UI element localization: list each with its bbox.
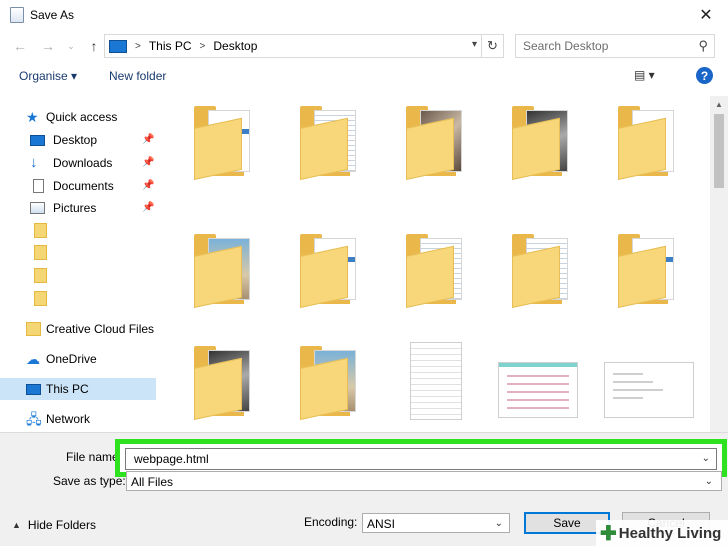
pin-icon: 📌 — [142, 180, 155, 191]
sidebar-item-label: Quick access — [46, 110, 118, 124]
pictures-icon — [30, 202, 45, 214]
search-placeholder: Search Desktop — [523, 39, 609, 53]
folder-item[interactable] — [608, 96, 688, 188]
encoding-select[interactable]: ANSI ⌄ — [362, 513, 510, 533]
computer-icon — [26, 384, 41, 395]
star-icon: ★ — [26, 109, 39, 125]
address-bar[interactable]: > This PC > Desktop ▾ ↻ — [104, 34, 504, 58]
healthy-living-watermark: ✚ Healthy Living — [596, 520, 728, 546]
hide-folders-toggle[interactable]: ▲ Hide Folders — [12, 518, 96, 532]
folder-item[interactable] — [608, 224, 688, 316]
encoding-label: Encoding: — [304, 515, 358, 529]
file-name-input[interactable] — [125, 448, 717, 470]
folder-item[interactable] — [184, 224, 264, 316]
breadcrumb-this-pc[interactable]: This PC — [149, 39, 192, 53]
help-icon[interactable]: ? — [696, 67, 713, 84]
toolbar: Organise ▾ New folder ▤ ▾ ? — [0, 62, 728, 90]
navigation-pane: ★ Quick access Desktop 📌 ↓ Downloads 📌 D… — [0, 96, 158, 432]
sidebar-item-creative-cloud[interactable]: Creative Cloud Files — [0, 318, 156, 340]
new-folder-button[interactable]: New folder — [109, 69, 166, 83]
chevron-down-icon: ⌄ — [494, 518, 503, 529]
search-box[interactable]: Search Desktop ⚲ — [515, 34, 715, 58]
vertical-scrollbar[interactable]: ▲ — [710, 96, 728, 432]
chevron-down-icon: ⌄ — [704, 476, 713, 487]
folder-item[interactable] — [502, 96, 582, 188]
save-as-type-label: Save as type: — [53, 474, 126, 488]
save-as-type-select[interactable]: All Files ⌄ — [126, 471, 722, 491]
folder-item[interactable] — [290, 336, 370, 428]
chevron-right-icon: > — [199, 40, 206, 52]
file-list — [160, 96, 710, 432]
search-icon[interactable]: ⚲ — [698, 38, 708, 54]
sidebar-item-label: This PC — [46, 382, 89, 396]
chevron-up-icon: ▲ — [12, 520, 21, 530]
view-options-icon[interactable]: ▤ ▾ — [634, 68, 655, 82]
this-pc-icon — [109, 39, 127, 53]
sidebar-item-label: Documents — [53, 179, 114, 193]
folder-icon[interactable] — [34, 245, 47, 260]
chevron-down-icon[interactable]: ▾ — [472, 39, 477, 50]
image-item[interactable] — [498, 336, 578, 428]
sidebar-item-this-pc[interactable]: This PC — [0, 378, 156, 400]
network-icon: 🖧 — [26, 411, 42, 427]
scrollbar-thumb[interactable] — [714, 114, 724, 188]
sidebar-item-quick-access[interactable]: ★ Quick access — [0, 106, 156, 128]
folder-icon[interactable] — [34, 223, 47, 238]
encoding-value: ANSI — [367, 517, 396, 531]
sidebar-item-label: Desktop — [53, 133, 98, 147]
sidebar-item-downloads[interactable]: ↓ Downloads 📌 — [0, 152, 156, 174]
file-name-label: File name: — [66, 450, 123, 464]
watermark-text: Healthy Living — [618, 524, 722, 542]
notepad-icon — [10, 7, 24, 23]
pin-icon: 📌 — [142, 202, 155, 213]
plus-logo-icon: ✚ — [600, 522, 617, 545]
folder-item[interactable] — [396, 96, 476, 188]
pin-icon: 📌 — [142, 134, 155, 145]
close-icon[interactable]: ✕ — [684, 0, 728, 30]
pin-icon: 📌 — [142, 157, 155, 168]
address-row: ← → ⌄ ↑ > This PC > Desktop ▾ ↻ Search D… — [0, 30, 728, 62]
sidebar-item-pictures[interactable]: Pictures 📌 — [0, 197, 156, 219]
window-title: Save As — [30, 8, 75, 22]
sidebar-item-label: Network — [46, 412, 91, 426]
cloud-icon: ☁ — [26, 351, 40, 367]
title-bar: Save As ✕ — [0, 0, 728, 30]
recent-dropdown-icon[interactable]: ⌄ — [62, 34, 80, 58]
image-item[interactable] — [604, 336, 694, 428]
sidebar-item-documents[interactable]: Documents 📌 — [0, 175, 156, 197]
scroll-up-icon[interactable]: ▲ — [710, 96, 728, 112]
folder-item[interactable] — [396, 224, 476, 316]
hide-folders-label: Hide Folders — [27, 518, 96, 532]
folder-icon[interactable] — [34, 291, 47, 306]
document-item[interactable] — [396, 336, 476, 428]
sidebar-item-label: Downloads — [53, 156, 113, 170]
folder-item[interactable] — [184, 336, 264, 428]
organise-button[interactable]: Organise ▾ — [19, 69, 77, 83]
forward-arrow-icon[interactable]: → — [34, 34, 62, 58]
breadcrumb-desktop[interactable]: Desktop — [213, 39, 257, 53]
sidebar-item-network[interactable]: 🖧 Network — [0, 408, 156, 430]
sidebar-item-desktop[interactable]: Desktop 📌 — [0, 129, 156, 151]
sidebar-item-label: Creative Cloud Files — [46, 322, 155, 336]
desktop-icon — [30, 135, 45, 146]
chevron-right-icon: > — [135, 40, 141, 52]
folder-item[interactable] — [290, 224, 370, 316]
sidebar-item-onedrive[interactable]: ☁ OneDrive — [0, 348, 156, 370]
folder-item[interactable] — [184, 96, 264, 188]
sidebar-item-label: Pictures — [53, 201, 97, 215]
back-arrow-icon[interactable]: ← — [6, 34, 34, 58]
folder-item[interactable] — [290, 96, 370, 188]
sidebar-item-label: OneDrive — [46, 352, 97, 366]
folder-icon[interactable] — [34, 268, 47, 283]
folder-item[interactable] — [502, 224, 582, 316]
refresh-icon[interactable]: ↻ — [481, 34, 503, 58]
document-icon — [33, 179, 44, 193]
creative-cloud-folder-icon — [26, 322, 41, 336]
download-icon: ↓ — [30, 154, 38, 171]
chevron-down-icon[interactable]: ⌄ — [702, 453, 710, 464]
save-as-type-value: All Files — [131, 475, 174, 489]
